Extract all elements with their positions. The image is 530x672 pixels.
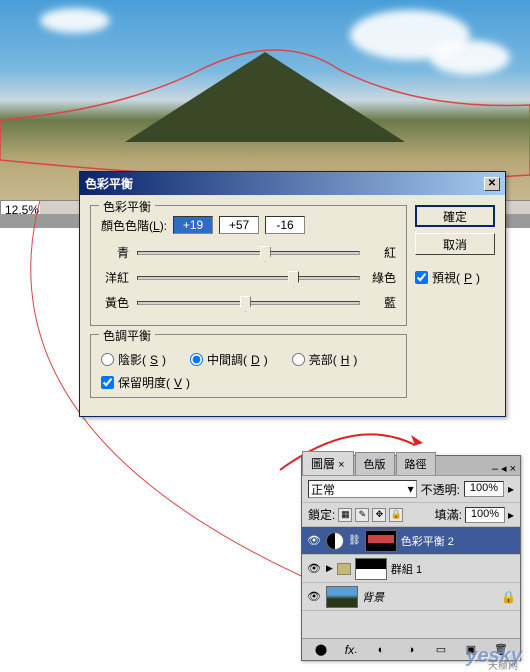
lock-all-icon[interactable]: 🔒 [389, 508, 403, 522]
cloud-shape [430, 40, 510, 75]
lock-pixels-icon[interactable]: ✎ [355, 508, 369, 522]
cyan-label: 青 [101, 244, 129, 261]
tab-channels[interactable]: 色版 [355, 452, 395, 475]
group-title: 色彩平衡 [99, 198, 155, 215]
close-button[interactable]: ✕ [484, 177, 500, 191]
green-label: 綠色 [368, 269, 396, 286]
cancel-button[interactable]: 取消 [415, 233, 495, 255]
layer-row-group[interactable]: 👁 ▶ 群組 1 [302, 555, 520, 583]
opacity-label: 不透明: [421, 481, 460, 498]
visibility-icon[interactable]: 👁 [306, 533, 322, 549]
layers-panel: 圖層 × 色版 路徑 – ◂ × 正常▾ 不透明: 100% ▸ 鎖定: ▦ ✎… [301, 455, 521, 661]
color-balance-group: 色彩平衡 顏色色階(L): +19 +57 -16 青 紅 洋紅 綠色 [90, 205, 407, 326]
blend-mode-select[interactable]: 正常▾ [308, 480, 417, 498]
new-group-icon[interactable]: ▭ [432, 642, 450, 658]
fill-input[interactable]: 100% [465, 507, 505, 523]
fill-label: 填滿: [435, 506, 462, 523]
yellow-blue-slider[interactable] [137, 301, 360, 305]
layer-mask-icon[interactable]: ◐ [372, 642, 390, 658]
link-layers-icon[interactable]: ⬤ [312, 642, 330, 658]
cyan-red-value[interactable]: +19 [173, 216, 213, 234]
layer-mask-thumb[interactable] [365, 530, 397, 552]
opacity-flyout-icon[interactable]: ▸ [508, 482, 514, 496]
link-icon: ⛓ [348, 535, 361, 546]
expand-icon[interactable]: ▶ [326, 563, 333, 574]
magenta-green-value[interactable]: +57 [219, 216, 259, 234]
preview-checkbox[interactable]: 預視(P) [415, 269, 495, 286]
preserve-luminosity-checkbox[interactable]: 保留明度(V) [101, 374, 396, 391]
opacity-input[interactable]: 100% [464, 481, 504, 497]
layer-name[interactable]: 背景 [362, 589, 384, 605]
group-title: 色調平衡 [99, 327, 155, 344]
visibility-icon[interactable]: 👁 [306, 561, 322, 577]
layer-style-icon[interactable]: fx. [342, 642, 360, 658]
magenta-label: 洋紅 [101, 269, 129, 286]
magenta-green-slider[interactable] [137, 276, 360, 280]
adjustment-icon[interactable]: ◑ [402, 642, 420, 658]
blue-label: 藍 [368, 294, 396, 311]
lock-position-icon[interactable]: ✥ [372, 508, 386, 522]
fill-flyout-icon[interactable]: ▸ [508, 508, 514, 522]
lock-icon: 🔒 [501, 590, 516, 604]
lock-label: 鎖定: [308, 506, 335, 523]
tab-paths[interactable]: 路徑 [396, 452, 436, 475]
mountain-shape [125, 52, 405, 142]
cyan-red-slider[interactable] [137, 251, 360, 255]
photoshop-canvas[interactable] [0, 0, 530, 200]
panel-minimize-icon[interactable]: – ◂ × [488, 462, 520, 475]
tone-balance-group: 色調平衡 陰影(S) 中間調(D) 亮部(H) 保留明度(V) [90, 334, 407, 398]
dialog-title: 色彩平衡 [85, 175, 133, 192]
yellow-label: 黃色 [101, 294, 129, 311]
cloud-shape [40, 8, 110, 33]
yellow-blue-value[interactable]: -16 [265, 216, 305, 234]
layer-name[interactable]: 群組 1 [391, 561, 422, 577]
ok-button[interactable]: 確定 [415, 205, 495, 227]
tab-layers[interactable]: 圖層 × [302, 451, 354, 475]
layer-row-background[interactable]: 👁 背景 🔒 [302, 583, 520, 611]
visibility-icon[interactable]: 👁 [306, 589, 322, 605]
highlights-radio[interactable]: 亮部(H) [292, 351, 358, 368]
levels-label: 顏色色階(L): [101, 217, 167, 234]
dialog-titlebar[interactable]: 色彩平衡 ✕ [80, 172, 505, 195]
layer-thumb[interactable] [326, 586, 358, 608]
group-mask-thumb[interactable] [355, 558, 387, 580]
color-balance-dialog: 色彩平衡 ✕ 色彩平衡 顏色色階(L): +19 +57 -16 青 紅 洋紅 [79, 171, 506, 417]
shadows-radio[interactable]: 陰影(S) [101, 351, 166, 368]
folder-icon [337, 563, 351, 575]
layer-name[interactable]: 色彩平衡 2 [401, 533, 454, 549]
watermark-subtitle: 天極网 [488, 657, 518, 672]
lock-transparency-icon[interactable]: ▦ [338, 508, 352, 522]
red-label: 紅 [368, 244, 396, 261]
layer-row-adjustment[interactable]: 👁 ⛓ 色彩平衡 2 [302, 527, 520, 555]
midtones-radio[interactable]: 中間調(D) [190, 351, 268, 368]
adjustment-layer-icon [326, 532, 344, 550]
